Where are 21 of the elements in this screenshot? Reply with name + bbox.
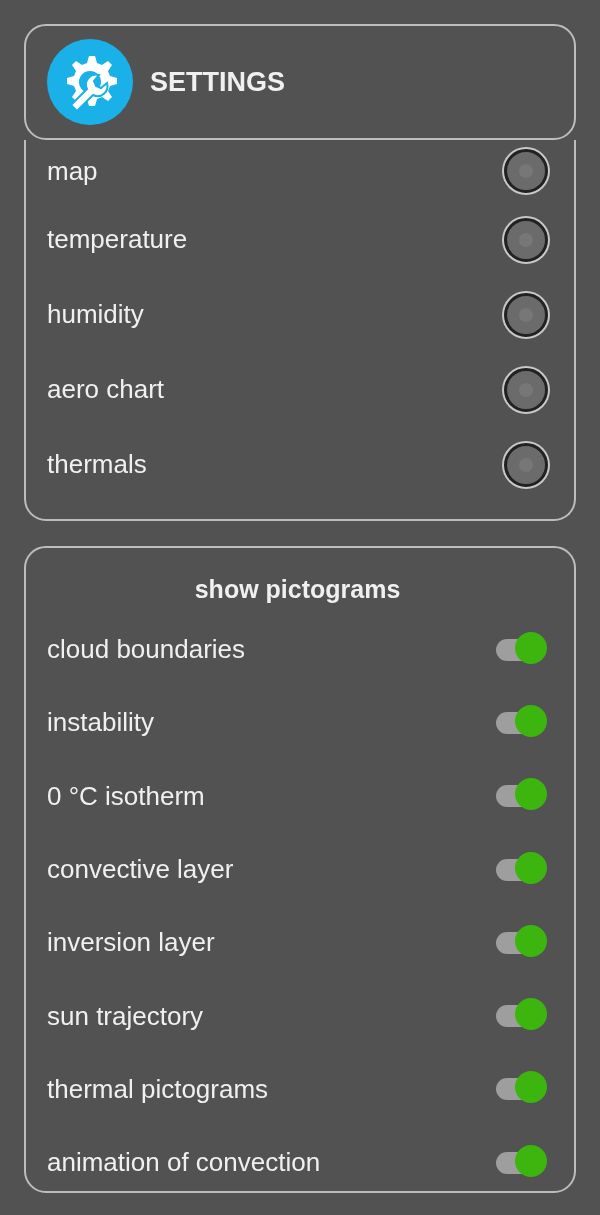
radio-button[interactable]: [504, 367, 548, 412]
settings-icon: [47, 39, 133, 125]
option-label: instability: [47, 707, 154, 739]
radio-button[interactable]: [504, 217, 548, 262]
option-label: temperature: [47, 224, 188, 255]
radio-button[interactable]: [504, 149, 548, 193]
option-label: thermals: [47, 449, 147, 480]
option-label: cloud boundaries: [47, 634, 246, 666]
option-label: map: [47, 155, 98, 187]
radio-button[interactable]: [504, 442, 548, 487]
option-label: humidity: [47, 299, 144, 330]
option-label: inversion layer: [47, 927, 215, 959]
option-label: aero chart: [47, 374, 165, 405]
option-label: sun trajectory: [47, 1000, 204, 1032]
option-label: convective layer: [47, 854, 234, 886]
settings-title: SETTINGS: [150, 66, 285, 98]
option-label: thermal pictograms: [47, 1073, 269, 1105]
option-label: 0 °C isotherm: [47, 780, 205, 812]
option-label: animation of convection: [47, 1147, 321, 1179]
section-title: show pictograms: [193, 575, 402, 603]
radio-button[interactable]: [504, 292, 548, 337]
